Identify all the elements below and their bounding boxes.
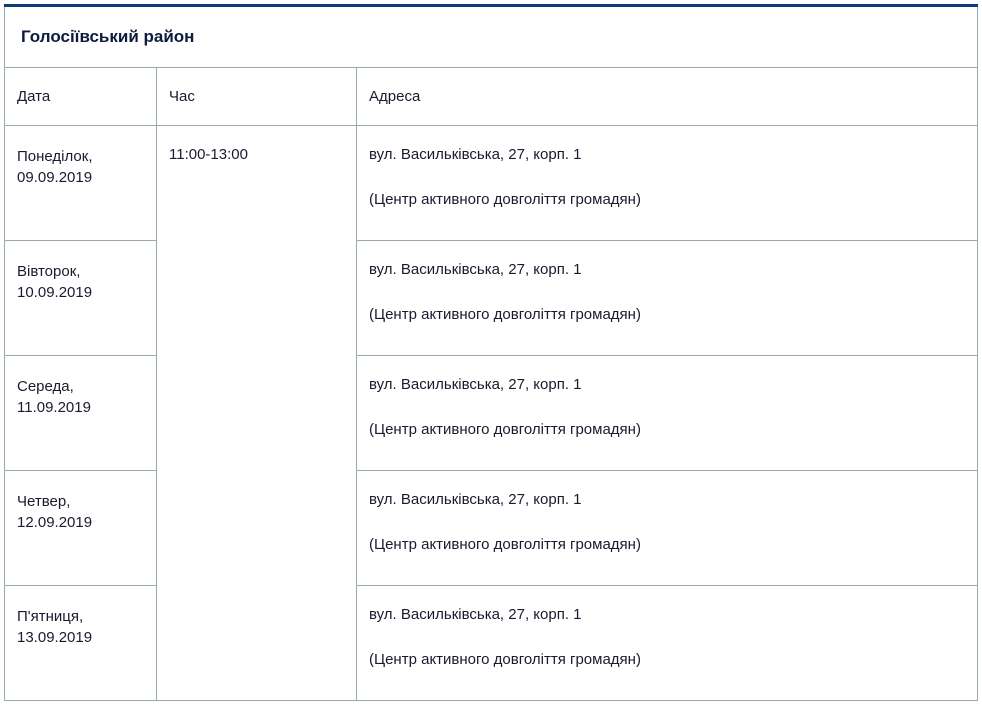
address-street: вул. Васильківська, 27, корп. 1 [369, 146, 965, 163]
schedule-table: Дата Час Адреса Понеділок, 09.09.2019 11… [4, 68, 978, 701]
cell-address: вул. Васильківська, 27, корп. 1 (Центр а… [357, 241, 978, 356]
address-street: вул. Васильківська, 27, корп. 1 [369, 376, 965, 393]
date-weekday: Вівторок, [17, 261, 144, 282]
cell-address: вул. Васильківська, 27, корп. 1 (Центр а… [357, 356, 978, 471]
address-street: вул. Васильківська, 27, корп. 1 [369, 261, 965, 278]
address-street: вул. Васильківська, 27, корп. 1 [369, 606, 965, 623]
address-note: (Центр активного довголіття громадян) [369, 536, 965, 553]
col-header-address: Адреса [357, 68, 978, 126]
col-header-date: Дата [5, 68, 157, 126]
cell-date: Вівторок, 10.09.2019 [5, 241, 157, 356]
district-title: Голосіївський район [21, 27, 194, 46]
cell-date: Четвер, 12.09.2019 [5, 471, 157, 586]
cell-date: П'ятниця, 13.09.2019 [5, 586, 157, 701]
table-row: Середа, 11.09.2019 вул. Васильківська, 2… [5, 356, 978, 471]
col-header-time: Час [157, 68, 357, 126]
address-note: (Центр активного довголіття громадян) [369, 651, 965, 668]
date-weekday: Середа, 11.09.2019 [17, 376, 144, 418]
address-note: (Центр активного довголіття громадян) [369, 191, 965, 208]
date-value: 09.09.2019 [17, 167, 144, 188]
date-value: 13.09.2019 [17, 627, 144, 648]
date-weekday: Четвер, 12.09.2019 [17, 491, 144, 533]
cell-date: Середа, 11.09.2019 [5, 356, 157, 471]
cell-date: Понеділок, 09.09.2019 [5, 126, 157, 241]
district-header: Голосіївський район [4, 7, 978, 68]
table-row: Понеділок, 09.09.2019 11:00-13:00 вул. В… [5, 126, 978, 241]
cell-address: вул. Васильківська, 27, корп. 1 (Центр а… [357, 471, 978, 586]
table-row: Четвер, 12.09.2019 вул. Васильківська, 2… [5, 471, 978, 586]
table-row: Вівторок, 10.09.2019 вул. Васильківська,… [5, 241, 978, 356]
table-row: П'ятниця, 13.09.2019 вул. Васильківська,… [5, 586, 978, 701]
address-note: (Центр активного довголіття громадян) [369, 306, 965, 323]
table-header-row: Дата Час Адреса [5, 68, 978, 126]
date-value: 10.09.2019 [17, 282, 144, 303]
date-weekday: П'ятниця, [17, 606, 144, 627]
address-street: вул. Васильківська, 27, корп. 1 [369, 491, 965, 508]
schedule-table-container: Голосіївський район Дата Час Адреса Поне… [4, 4, 978, 701]
date-weekday: Понеділок, [17, 146, 144, 167]
cell-time: 11:00-13:00 [157, 126, 357, 701]
address-note: (Центр активного довголіття громадян) [369, 421, 965, 438]
cell-address: вул. Васильківська, 27, корп. 1 (Центр а… [357, 126, 978, 241]
cell-address: вул. Васильківська, 27, корп. 1 (Центр а… [357, 586, 978, 701]
